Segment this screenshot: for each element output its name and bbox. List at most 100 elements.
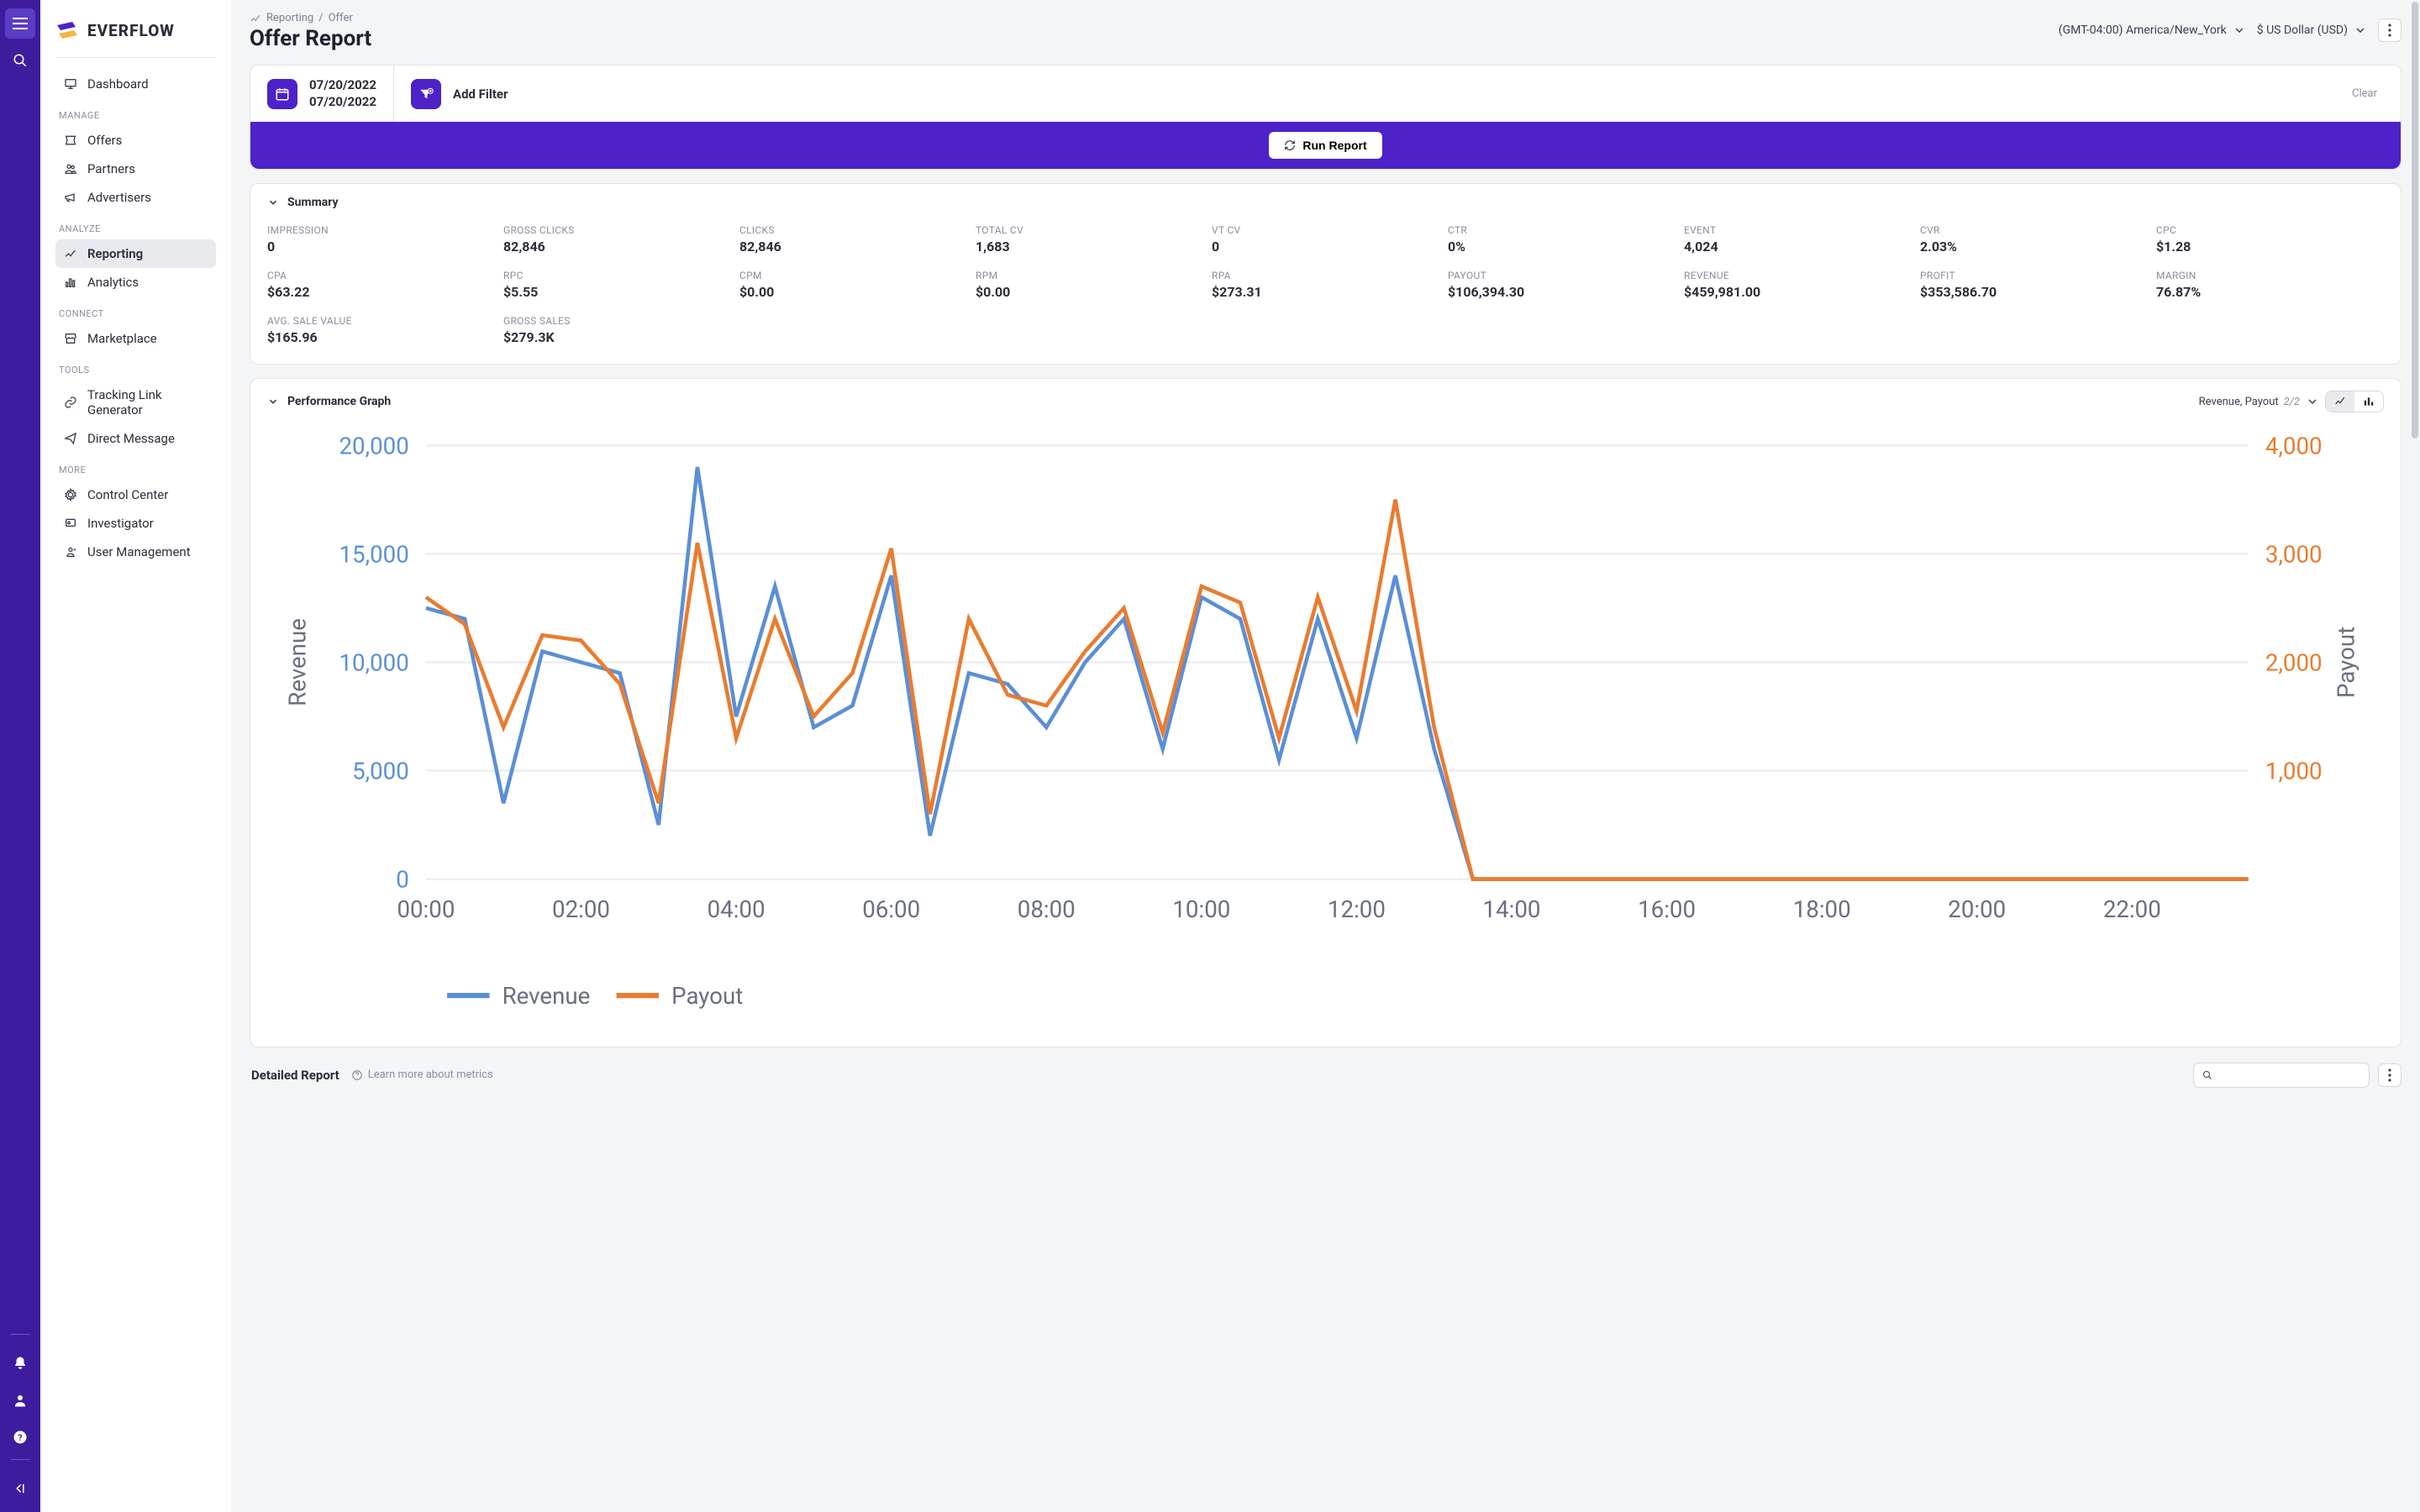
search-icon [2202, 1069, 2212, 1081]
performance-card: Performance Graph Revenue, Payout 2/2 [250, 378, 2402, 1047]
performance-toggle[interactable]: Performance Graph [267, 395, 391, 408]
metric-label: CPA [267, 270, 495, 281]
sidebar-item-label: Offers [87, 133, 122, 148]
metric-value: $0.00 [976, 284, 1203, 300]
metric-clicks: CLICKS82,846 [739, 224, 967, 255]
svg-text:04:00: 04:00 [708, 895, 765, 923]
rail-search-button[interactable] [5, 45, 35, 76]
sidebar-item-dashboard[interactable]: Dashboard [55, 70, 216, 98]
metric-value: $165.96 [267, 329, 495, 345]
filter-card: 07/20/2022 07/20/2022 Add Filter Clear R… [250, 65, 2402, 170]
sidebar-item-partners[interactable]: Partners [55, 155, 216, 183]
summary-card: Summary IMPRESSION0GROSS CLICKS82,846CLI… [250, 183, 2402, 365]
line-chart-icon [2333, 396, 2347, 407]
kebab-icon [2388, 24, 2391, 37]
monitor-icon [64, 77, 77, 91]
svg-text:2,000: 2,000 [2265, 648, 2323, 676]
timezone-selector[interactable]: (GMT-04:00) America/New_York [2059, 24, 2244, 37]
series-selector[interactable]: Revenue, Payout 2/2 [2199, 396, 2317, 408]
svg-text:15,000: 15,000 [339, 540, 409, 568]
sidebar-section-title: MORE [59, 465, 216, 475]
svg-text:18:00: 18:00 [1793, 895, 1851, 923]
summary-toggle[interactable]: Summary [250, 184, 2401, 221]
sidebar-section-title: ANALYZE [59, 223, 216, 234]
collapse-icon [13, 1481, 28, 1496]
svg-text:02:00: 02:00 [552, 895, 610, 923]
breadcrumb-chart-icon [250, 13, 261, 24]
sidebar-item-label: Tracking Link Generator [87, 387, 208, 417]
metric-label: RPM [976, 270, 1203, 281]
megaphone-icon [64, 191, 77, 204]
svg-text:?: ? [18, 1432, 22, 1443]
caret-down-icon [2356, 28, 2365, 33]
menu-button[interactable] [5, 8, 35, 39]
metric-value: $1.28 [2156, 239, 2384, 255]
svg-text:10:00: 10:00 [1172, 895, 1230, 923]
chevron-down-icon [267, 396, 279, 407]
learn-more-link[interactable]: Learn more about metrics [351, 1068, 493, 1081]
analytics-icon [64, 276, 77, 289]
scrollbar[interactable] [2412, 2, 2418, 438]
metric-label: MARGIN [2156, 270, 2384, 281]
svg-text:Revenue: Revenue [502, 982, 591, 1010]
sidebar-item-advertisers[interactable]: Advertisers [55, 183, 216, 212]
metric-impression: IMPRESSION0 [267, 224, 495, 255]
sidebar-item-label: User Management [87, 544, 191, 559]
sidebar-item-label: Control Center [87, 487, 168, 502]
brand-name: EVERFLOW [87, 21, 175, 40]
chart-icon [64, 247, 77, 260]
metric-label: VT CV [1212, 224, 1439, 236]
svg-text:16:00: 16:00 [1638, 895, 1696, 923]
metric-value: 0 [267, 239, 495, 255]
refresh-icon [1284, 139, 1296, 151]
clear-filters-button[interactable]: Clear [2352, 87, 2384, 100]
sidebar-item-label: Analytics [87, 275, 139, 290]
chart-type-toggle [2325, 391, 2384, 412]
sidebar-item-reporting[interactable]: Reporting [55, 239, 216, 268]
sidebar-item-user management[interactable]: User Management [55, 538, 216, 566]
kebab-icon [2388, 1068, 2391, 1082]
sidebar-item-marketplace[interactable]: Marketplace [55, 324, 216, 353]
sidebar-item-tracking link generator[interactable]: Tracking Link Generator [55, 381, 216, 424]
breadcrumb-parent[interactable]: Reporting [266, 12, 313, 24]
brand-logo[interactable]: EVERFLOW [55, 18, 216, 42]
svg-text:10,000: 10,000 [339, 648, 409, 676]
detail-search[interactable] [2193, 1063, 2370, 1088]
sidebar-item-control center[interactable]: Control Center [55, 480, 216, 509]
detail-actions-menu[interactable] [2378, 1063, 2402, 1087]
metric-margin: MARGIN76.87% [2156, 270, 2384, 300]
metric-cvr: CVR2.03% [1920, 224, 2148, 255]
logo-mark-icon [55, 18, 79, 42]
metric-value: 2.03% [1920, 239, 2148, 255]
sidebar-item-offers[interactable]: Offers [55, 126, 216, 155]
notifications-button[interactable] [5, 1348, 35, 1378]
metric-gross-sales: GROSS SALES$279.3K [503, 315, 731, 345]
metric-value: 0% [1448, 239, 1676, 255]
date-range-button[interactable]: 07/20/2022 07/20/2022 [250, 66, 394, 122]
collapse-rail-button[interactable] [5, 1473, 35, 1504]
run-report-label: Run Report [1302, 139, 1366, 152]
user-icon [13, 1393, 28, 1408]
run-report-button[interactable]: Run Report [1269, 132, 1381, 159]
sidebar-item-investigator[interactable]: Investigator [55, 509, 216, 538]
sidebar-item-analytics[interactable]: Analytics [55, 268, 216, 297]
line-chart-toggle[interactable] [2326, 391, 2354, 412]
page-actions-menu[interactable] [2378, 18, 2402, 42]
account-button[interactable] [5, 1385, 35, 1415]
bar-chart-toggle[interactable] [2354, 391, 2383, 412]
app-rail: ? [0, 0, 40, 1512]
add-filter-button[interactable]: Add Filter [453, 87, 508, 102]
detail-search-input[interactable] [2212, 1068, 2360, 1081]
date-start: 07/20/2022 [309, 77, 376, 94]
metric-profit: PROFIT$353,586.70 [1920, 270, 2148, 300]
help-button[interactable]: ? [5, 1422, 35, 1452]
currency-selector[interactable]: $ US Dollar (USD) [2257, 24, 2365, 37]
metric-payout: PAYOUT$106,394.30 [1448, 270, 1676, 300]
send-icon [64, 432, 77, 445]
sidebar-item-direct message[interactable]: Direct Message [55, 424, 216, 453]
detailed-title: Detailed Report [251, 1068, 339, 1083]
metric-vt-cv: VT CV0 [1212, 224, 1439, 255]
sidebar: EVERFLOW DashboardMANAGEOffersPartnersAd… [40, 0, 231, 1512]
ticket-icon [64, 134, 77, 147]
metric-label: REVENUE [1684, 270, 1912, 281]
